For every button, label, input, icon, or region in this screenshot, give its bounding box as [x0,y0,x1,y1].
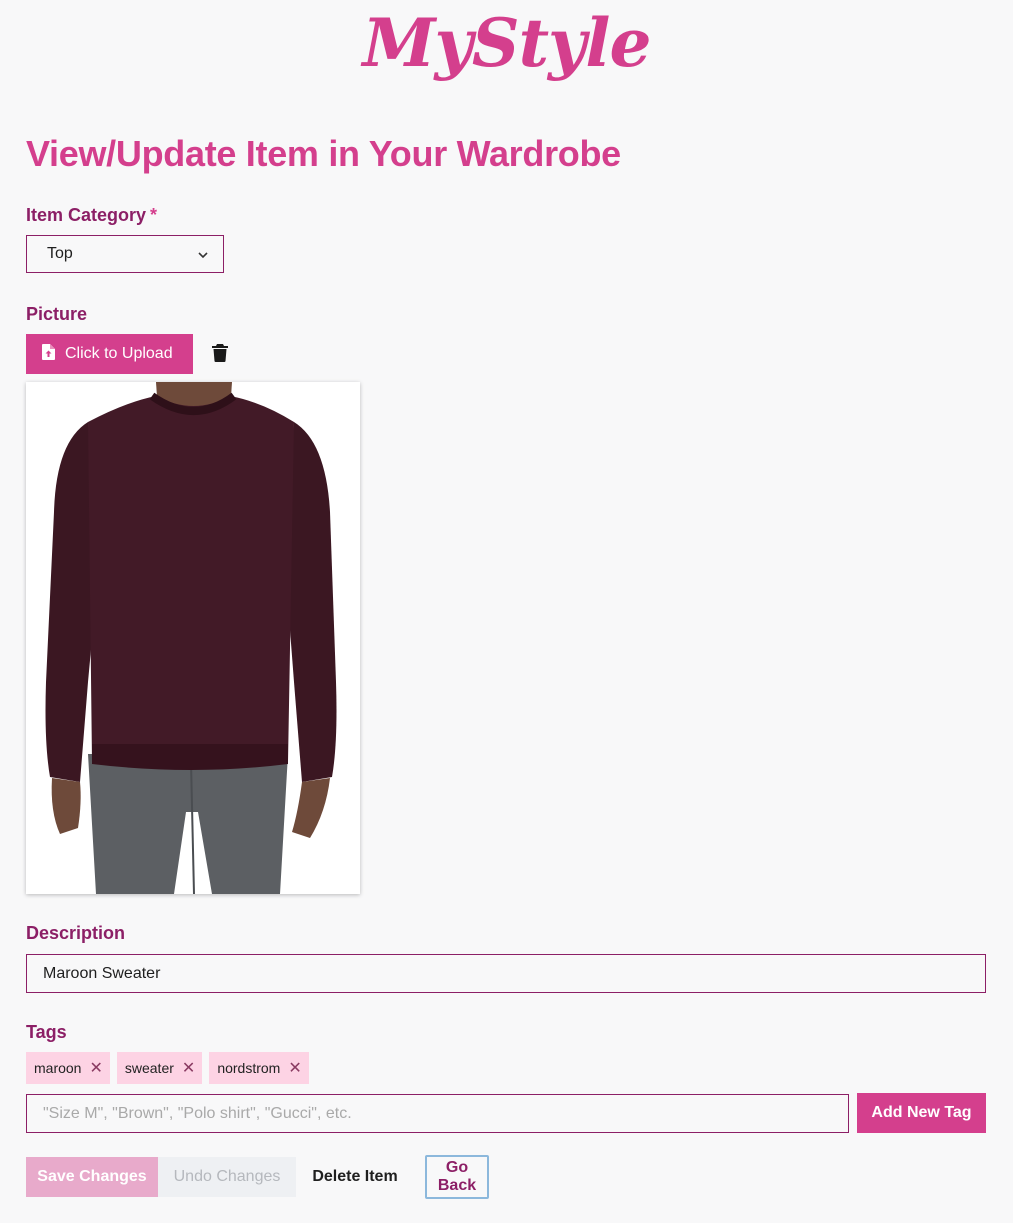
item-category-label: Item Category * [26,205,157,226]
tag-label: maroon [34,1060,82,1076]
tag-label: sweater [124,1060,174,1076]
trash-icon[interactable] [212,344,228,367]
remove-tag-icon[interactable]: ✕ [288,1058,301,1078]
description-input[interactable]: Maroon Sweater [26,954,986,993]
item-category-selected-value: Top [47,245,73,262]
required-mark: * [150,205,158,225]
item-category-select[interactable]: Top [26,235,224,273]
undo-changes-button[interactable]: Undo Changes [158,1157,296,1197]
chevron-down-icon [197,248,209,266]
go-back-button[interactable]: Go Back [425,1155,489,1199]
delete-item-button[interactable]: Delete Item [300,1157,410,1197]
picture-label: Picture [26,304,88,324]
tag-chip: maroon ✕ [26,1052,110,1084]
upload-button-label: Click to Upload [65,345,173,362]
save-changes-button[interactable]: Save Changes [26,1157,158,1197]
description-value: Maroon Sweater [43,964,161,982]
tag-label: nordstrom [217,1060,281,1076]
file-upload-icon [42,343,55,365]
new-tag-placeholder: "Size M", "Brown", "Polo shirt", "Gucci"… [43,1104,352,1122]
tag-chip: nordstrom ✕ [209,1052,309,1084]
item-photo [26,382,360,894]
add-tag-button[interactable]: Add New Tag [857,1093,986,1133]
remove-tag-icon[interactable]: ✕ [89,1058,102,1078]
upload-button[interactable]: Click to Upload [26,334,193,374]
page-title: View/Update Item in Your Wardrobe [26,133,621,174]
new-tag-input[interactable]: "Size M", "Brown", "Polo shirt", "Gucci"… [26,1094,849,1133]
tags-label: Tags [26,1022,67,1042]
item-category-label-text: Item Category [26,205,147,225]
app-logo: MyStyle [362,4,652,82]
description-label: Description [26,923,126,943]
remove-tag-icon[interactable]: ✕ [182,1058,195,1078]
tag-list: maroon ✕ sweater ✕ nordstrom ✕ [26,1052,309,1084]
tag-chip: sweater ✕ [116,1052,203,1084]
